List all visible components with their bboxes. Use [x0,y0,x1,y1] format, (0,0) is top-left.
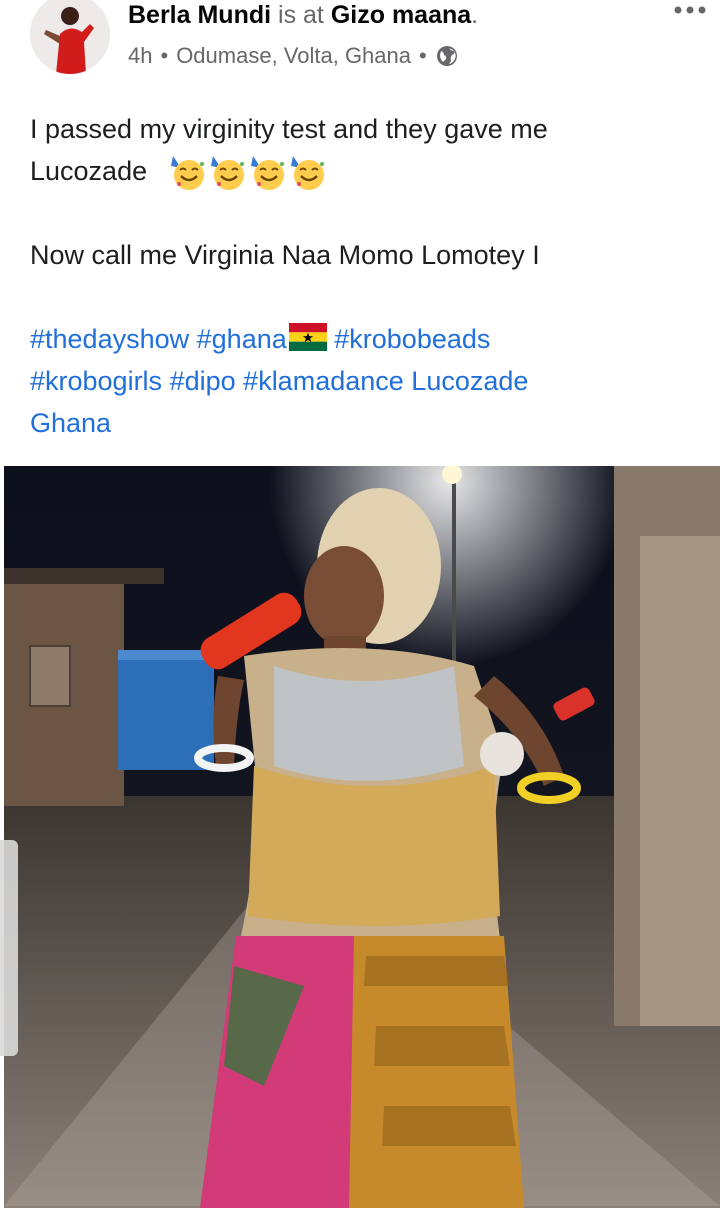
hashtag-dipo[interactable]: #dipo [170,366,236,396]
page-link-lucozade[interactable]: Lucozade [411,366,528,396]
emoji-row [169,154,327,192]
is-at-label: is at [278,1,324,29]
author-line: Berla Mundi is at Gizo maana. [128,0,478,30]
ghana-flag-icon [288,323,327,351]
post-meta: 4h • Odumase, Volta, Ghana • [128,42,459,70]
post-text-lucozade: Lucozade [30,156,148,186]
period: . [471,1,479,29]
hashtag-ghana[interactable]: #ghana [197,324,287,354]
post-text-line-1: I passed my virginity test and they gave… [30,114,548,144]
hashtag-line-3: Ghana [30,402,700,444]
post-text-line-2: Lucozade [30,150,700,192]
partying-face-icon [250,155,284,190]
hashtag-krobogirls[interactable]: #krobogirls [30,366,162,396]
post-body: I passed my virginity test and they gave… [30,108,700,444]
author-avatar[interactable] [30,0,110,74]
hashtag-krobobeads[interactable]: #krobobeads [334,324,490,354]
post-time[interactable]: 4h [128,42,152,70]
place-name[interactable]: Gizo maana [331,1,471,29]
post-text-line-3: Now call me Virginia Naa Momo Lomotey I [30,240,540,270]
page-link-ghana[interactable]: Ghana [30,408,111,438]
hashtag-thedayshow[interactable]: #thedayshow [30,324,189,354]
post-photo[interactable] [4,466,720,1208]
hashtag-line-1: #thedayshow #ghana #krobobeads [30,318,700,360]
post-location[interactable]: Odumase, Volta, Ghana [176,42,411,70]
partying-face-icon [170,155,204,190]
post-header: Berla Mundi is at Gizo maana. 4h • Oduma… [0,0,720,80]
author-name[interactable]: Berla Mundi [128,1,271,29]
globe-icon [435,44,459,68]
separator: • [160,43,169,68]
hashtag-line-2: #krobogirls #dipo #klamadance Lucozade [30,360,700,402]
scroll-handle[interactable] [0,840,18,1056]
more-options-icon[interactable] [672,2,712,18]
hashtag-klamadance[interactable]: #klamadance [243,366,404,396]
separator: • [419,43,427,68]
partying-face-icon [210,155,244,190]
partying-face-icon [290,155,324,190]
